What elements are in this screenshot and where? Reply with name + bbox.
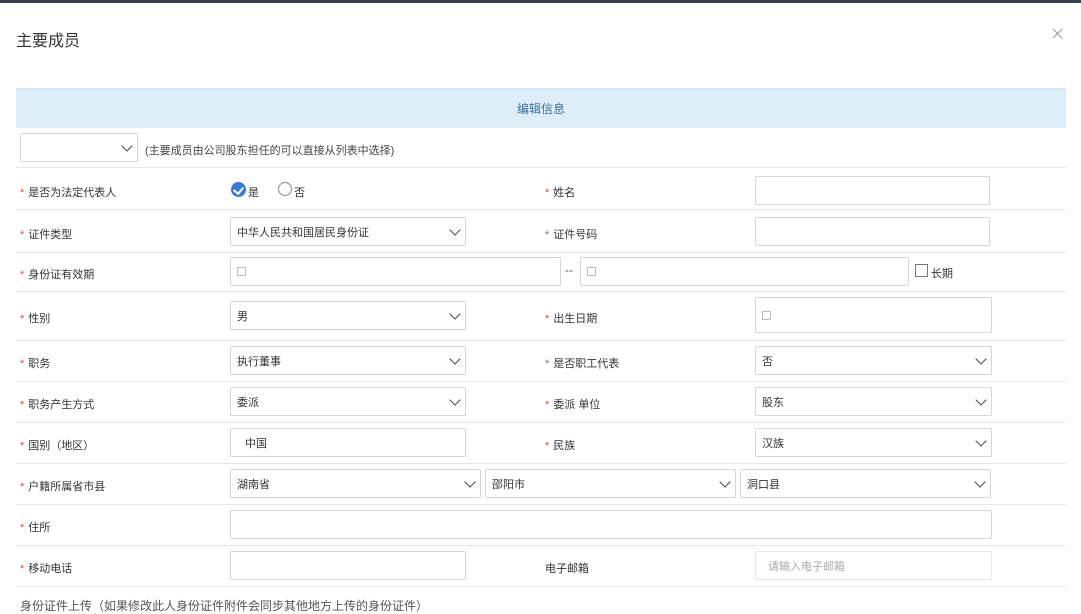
id-type-label: * 证件类型 xyxy=(20,229,73,241)
employee-rep-label: * 是否职工代表 xyxy=(545,358,620,370)
address-input[interactable] xyxy=(230,510,992,539)
long-term-checkbox[interactable] xyxy=(915,264,928,277)
email-label: 电子邮箱 xyxy=(545,563,589,575)
row-divider xyxy=(16,252,1066,253)
close-icon[interactable] xyxy=(1050,26,1066,42)
id-type-select[interactable]: 中华人民共和国居民身份证 xyxy=(230,217,466,246)
long-term-label: 长期 xyxy=(931,268,953,280)
id-validity-start-input[interactable] xyxy=(230,257,561,286)
section-header: 编辑信息 xyxy=(16,88,1066,128)
position-label: * 职务 xyxy=(20,358,51,370)
gender-label: * 性别 xyxy=(20,313,51,325)
member-select[interactable] xyxy=(20,133,138,162)
section-title: 编辑信息 xyxy=(516,102,565,116)
name-input[interactable] xyxy=(755,176,990,205)
appoint-unit-select[interactable]: 股东 xyxy=(755,387,992,416)
legal-rep-no-radio[interactable] xyxy=(278,182,292,196)
row-divider xyxy=(16,463,1066,464)
chevron-down-icon xyxy=(974,475,986,488)
upload-label: 身份证件上传（如果修改此人身份证件附件会同步其他地方上传的身份证件） xyxy=(20,599,429,613)
gender-select[interactable]: 男 xyxy=(230,301,466,330)
chevron-down-icon xyxy=(464,475,476,488)
chevron-down-icon xyxy=(449,223,461,236)
id-number-label: * 证件号码 xyxy=(545,229,598,241)
country-label: * 国别（地区） xyxy=(20,440,95,452)
hukou-province-select[interactable]: 湖南省 xyxy=(230,469,481,498)
chevron-down-icon xyxy=(719,475,731,488)
hukou-city-value: 邵阳市 xyxy=(492,478,525,491)
employee-rep-select[interactable]: 否 xyxy=(755,346,992,375)
hukou-city-select[interactable]: 邵阳市 xyxy=(485,469,736,498)
row-divider xyxy=(16,586,1066,587)
hukou-county-value: 洞口县 xyxy=(747,478,780,491)
legal-rep-label: * 是否为法定代表人 xyxy=(20,187,117,199)
ethnicity-select[interactable]: 汉族 xyxy=(755,428,992,457)
row-divider xyxy=(16,340,1066,341)
appoint-method-label: * 职务产生方式 xyxy=(20,399,95,411)
chevron-down-icon xyxy=(449,352,461,365)
appoint-unit-value: 股东 xyxy=(762,396,784,409)
hukou-province-value: 湖南省 xyxy=(237,478,270,491)
email-placeholder: 请输入电子邮箱 xyxy=(768,560,845,573)
employee-rep-value: 否 xyxy=(762,355,773,368)
chevron-down-icon xyxy=(449,393,461,406)
id-validity-label: * 身份证有效期 xyxy=(20,269,95,281)
country-input[interactable]: 中国 xyxy=(230,428,466,457)
legal-rep-no-label: 否 xyxy=(294,187,305,199)
row-divider xyxy=(16,422,1066,423)
chevron-down-icon xyxy=(975,434,987,447)
legal-rep-yes-radio[interactable] xyxy=(231,182,246,197)
id-number-input[interactable] xyxy=(755,217,990,246)
chevron-down-icon xyxy=(449,307,461,320)
member-dialog: 主要成员 编辑信息 (主要成员由公司股东担任的可以直接从列表中选择) * 是否为法… xyxy=(0,3,1081,613)
hukou-label: * 户籍所属省市县 xyxy=(20,481,106,493)
hukou-county-select[interactable]: 洞口县 xyxy=(740,469,991,498)
calendar-icon xyxy=(237,267,246,276)
row-divider xyxy=(16,504,1066,505)
name-label: * 姓名 xyxy=(545,187,576,199)
gender-value: 男 xyxy=(237,310,248,323)
dialog-title: 主要成员 xyxy=(16,33,81,50)
email-input[interactable]: 请输入电子邮箱 xyxy=(755,551,992,580)
appoint-method-value: 委派 xyxy=(237,396,259,409)
position-select[interactable]: 执行董事 xyxy=(230,346,466,375)
ethnicity-value: 汉族 xyxy=(762,437,784,450)
birth-date-input[interactable] xyxy=(755,297,992,333)
position-value: 执行董事 xyxy=(237,355,281,368)
chevron-down-icon xyxy=(121,139,133,152)
appoint-unit-label: * 委派 单位 xyxy=(545,399,601,411)
mobile-input[interactable] xyxy=(230,551,466,580)
appoint-method-select[interactable]: 委派 xyxy=(230,387,466,416)
date-range-separator: -- xyxy=(565,263,573,277)
legal-rep-yes-label: 是 xyxy=(248,187,259,199)
id-validity-end-input[interactable] xyxy=(580,257,909,286)
calendar-icon xyxy=(587,267,596,276)
country-value: 中国 xyxy=(245,437,267,450)
chevron-down-icon xyxy=(975,352,987,365)
row-divider xyxy=(16,291,1066,292)
ethnicity-label: * 民族 xyxy=(545,440,576,452)
chevron-down-icon xyxy=(975,393,987,406)
row-divider xyxy=(16,381,1066,382)
mobile-label: * 移动电话 xyxy=(20,563,73,575)
row-divider xyxy=(16,209,1066,210)
row-divider xyxy=(16,167,1066,168)
birth-date-label: * 出生日期 xyxy=(545,313,598,325)
calendar-icon xyxy=(762,310,771,320)
member-select-hint: (主要成员由公司股东担任的可以直接从列表中选择) xyxy=(145,145,395,157)
address-label: * 住所 xyxy=(20,522,51,534)
row-divider xyxy=(16,545,1066,546)
id-type-value: 中华人民共和国居民身份证 xyxy=(237,226,369,239)
